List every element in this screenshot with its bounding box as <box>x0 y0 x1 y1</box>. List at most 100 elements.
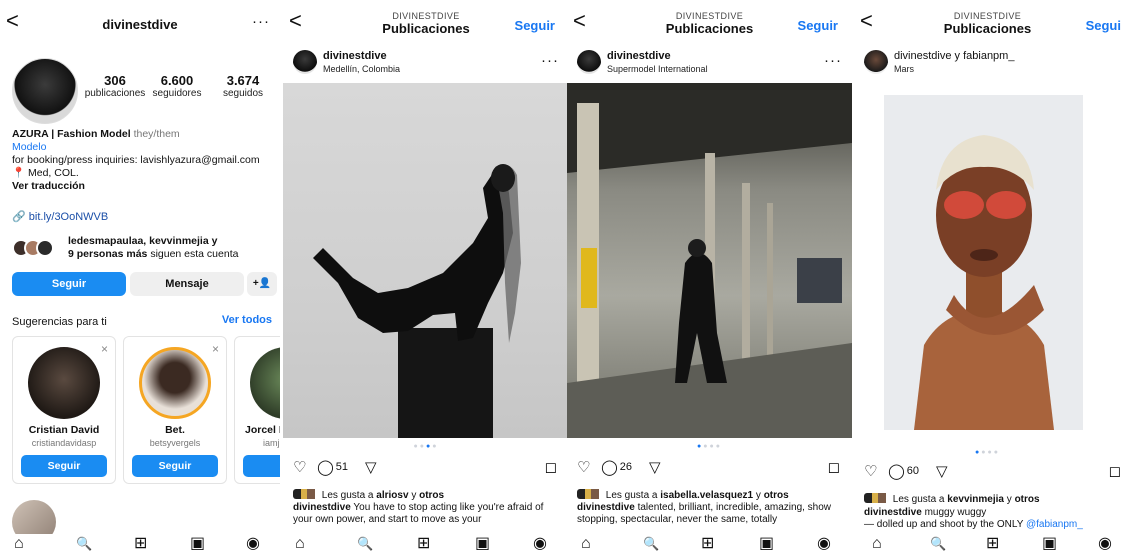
create-icon[interactable]: ⊞ <box>986 535 999 553</box>
suggestion-avatar[interactable] <box>28 347 100 419</box>
likes-others[interactable]: otros <box>764 490 789 501</box>
profile-icon[interactable]: ◉ <box>246 535 260 553</box>
mutuals-rest: siguen esta cuenta <box>150 248 239 260</box>
message-button[interactable]: Mensaje <box>130 272 244 296</box>
stat-followers[interactable]: 6.600 seguidores <box>146 73 208 99</box>
suggestion-card[interactable]: × Cristian David cristiandavidasp Seguir <box>12 336 116 484</box>
stat-posts[interactable]: 306 publicaciones <box>84 73 146 99</box>
post-location[interactable]: Mars <box>894 64 914 74</box>
carousel-indicator: ●●●● <box>413 443 439 450</box>
share-icon[interactable]: ▽ <box>365 458 377 476</box>
follow-link[interactable]: Segui <box>1086 18 1121 33</box>
more-options-icon[interactable]: ··· <box>541 52 559 69</box>
home-icon[interactable]: ⌂ <box>872 535 882 553</box>
suggestion-avatar[interactable] <box>250 347 280 419</box>
liker-avatars <box>293 489 319 499</box>
save-bookmark-icon[interactable]: ◻ <box>545 458 557 476</box>
search-icon[interactable]: 🔍 <box>357 535 373 553</box>
share-icon[interactable]: ▽ <box>936 462 948 480</box>
author-avatar[interactable] <box>577 50 601 74</box>
profile-panel: < divinestdive ··· 306 publicaciones 6.6… <box>0 0 280 556</box>
translate-link[interactable]: Ver traducción <box>12 180 85 192</box>
stat-following[interactable]: 3.674 seguidos <box>212 73 274 99</box>
more-options-icon[interactable]: ··· <box>252 13 270 30</box>
home-icon[interactable]: ⌂ <box>581 535 591 553</box>
likes-user[interactable]: alriosv <box>376 490 408 501</box>
likes-and: y <box>411 490 417 501</box>
post-actions: ♡ ◯ 51 ▽ ◻ <box>293 458 559 478</box>
search-icon[interactable]: 🔍 <box>930 535 946 553</box>
author-avatar[interactable] <box>293 50 317 74</box>
profile-icon[interactable]: ◉ <box>817 535 831 553</box>
author-avatar[interactable] <box>864 50 888 74</box>
post-caption: divinestdive muggy wuggy — dolled up and… <box>864 507 1113 531</box>
create-icon[interactable]: ⊞ <box>417 535 430 553</box>
likes-others[interactable]: otros <box>419 490 444 501</box>
like-heart-icon[interactable]: ♡ <box>864 462 877 480</box>
likes-user[interactable]: kevvinmejia <box>947 494 1004 505</box>
link-icon: 🔗 <box>12 211 26 223</box>
reels-icon[interactable]: ▣ <box>759 535 774 553</box>
suggestion-follow-button[interactable]: Seguir <box>21 455 107 477</box>
follow-link[interactable]: Seguir <box>515 18 555 33</box>
search-icon[interactable]: 🔍 <box>643 535 659 553</box>
caption-username[interactable]: divinestdive <box>864 507 922 518</box>
likes-line[interactable]: Les gusta a alriosv y otros <box>293 489 444 501</box>
post-header: < DIVINESTDIVE Publicaciones Segui <box>854 0 1121 45</box>
author-username[interactable]: divinestdive <box>323 50 387 62</box>
post-location[interactable]: Supermodel International <box>607 64 708 74</box>
profile-icon[interactable]: ◉ <box>1098 535 1112 553</box>
caption-mention[interactable]: @fabianpm_ <box>1026 519 1083 530</box>
suggestion-follow-button[interactable]: Se <box>243 455 280 477</box>
profile-link[interactable]: 🔗 bit.ly/3OoNWVB <box>12 210 108 223</box>
share-icon[interactable]: ▽ <box>649 458 661 476</box>
reels-icon[interactable]: ▣ <box>1042 535 1057 553</box>
bottom-nav: ⌂ 🔍 ⊞ ▣ ◉ <box>567 534 852 556</box>
follow-button[interactable]: Seguir <box>12 272 126 296</box>
post-location[interactable]: Medellín, Colombia <box>323 64 400 74</box>
likes-line[interactable]: Les gusta a kevvinmejia y otros <box>864 493 1040 505</box>
like-heart-icon[interactable]: ♡ <box>293 458 306 476</box>
add-user-icon[interactable]: +👤 <box>247 272 277 296</box>
suggestion-card[interactable]: Jorcel H iamj Se <box>234 336 280 484</box>
suggestion-avatar[interactable] <box>139 347 211 419</box>
search-icon[interactable]: 🔍 <box>76 535 92 553</box>
create-icon[interactable]: ⊞ <box>701 535 714 553</box>
close-icon[interactable]: × <box>212 342 219 356</box>
save-bookmark-icon[interactable]: ◻ <box>828 458 840 476</box>
profile-icon[interactable]: ◉ <box>533 535 547 553</box>
follow-link[interactable]: Seguir <box>798 18 838 33</box>
suggestion-card[interactable]: × Bet. betsyvergels Seguir <box>123 336 227 484</box>
liker-avatars <box>577 489 603 499</box>
comment-icon-button[interactable]: ◯ 51 <box>317 458 348 476</box>
suggestion-follow-button[interactable]: Seguir <box>132 455 218 477</box>
post-photo[interactable] <box>884 95 1083 430</box>
liker-avatars <box>864 493 890 503</box>
see-all-link[interactable]: Ver todos <box>222 314 272 326</box>
comment-icon: ◯ <box>601 459 618 476</box>
bio-name: AZURA | Fashion Model <box>12 128 131 140</box>
caption-username[interactable]: divinestdive <box>293 502 351 513</box>
close-icon[interactable]: × <box>101 342 108 356</box>
like-heart-icon[interactable]: ♡ <box>577 458 590 476</box>
post-photo[interactable] <box>283 83 569 438</box>
home-icon[interactable]: ⌂ <box>14 535 24 553</box>
create-icon[interactable]: ⊞ <box>134 535 147 553</box>
caption-username[interactable]: divinestdive <box>577 502 635 513</box>
save-bookmark-icon[interactable]: ◻ <box>1109 462 1121 480</box>
carousel-indicator: ●●●● <box>697 443 722 450</box>
profile-avatar[interactable] <box>12 58 78 124</box>
author-username[interactable]: divinestdive y fabianpm_ <box>894 50 1014 62</box>
likes-line[interactable]: Les gusta a isabella.velasquez1 y otros <box>577 489 789 501</box>
comment-icon-button[interactable]: ◯ 26 <box>601 458 632 476</box>
author-username[interactable]: divinestdive <box>607 50 671 62</box>
reels-icon[interactable]: ▣ <box>190 535 205 553</box>
post-photo[interactable] <box>567 83 852 438</box>
more-options-icon[interactable]: ··· <box>824 52 842 69</box>
home-icon[interactable]: ⌂ <box>295 535 305 553</box>
comment-icon-button[interactable]: ◯ 60 <box>888 462 919 480</box>
likes-others[interactable]: otros <box>1015 494 1040 505</box>
likes-user[interactable]: isabella.velasquez1 <box>660 490 753 501</box>
bio-line-2: 📍 Med, COL. <box>12 167 79 179</box>
reels-icon[interactable]: ▣ <box>475 535 490 553</box>
